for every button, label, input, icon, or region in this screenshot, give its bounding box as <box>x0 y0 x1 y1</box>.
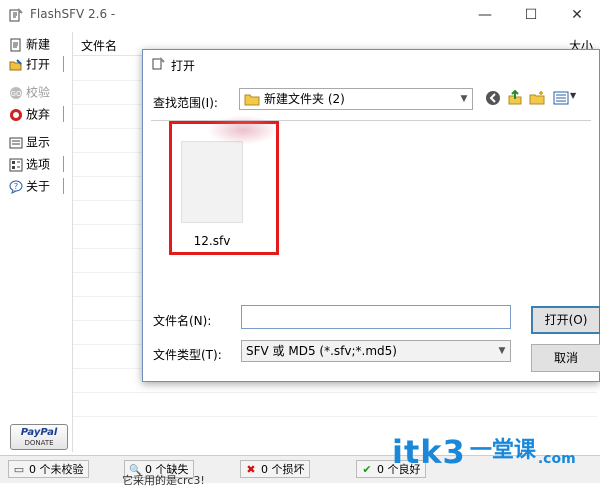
look-in-label: 查找范围(I): <box>153 96 218 110</box>
back-icon[interactable] <box>485 90 501 106</box>
dialog-title: 打开 <box>171 59 196 73</box>
window-title: FlashSFV 2.6 - <box>30 7 116 21</box>
cancel-button[interactable]: 取消 <box>531 344 600 372</box>
about-icon: ? <box>9 180 23 194</box>
look-in-value: 新建文件夹 (2) <box>264 92 345 106</box>
status-unverified: ▭ 0 个未校验 <box>8 460 89 478</box>
toolbar-divider <box>63 56 64 72</box>
filetype-dropdown[interactable]: SFV 或 MD5 (*.sfv;*.md5) ▼ <box>241 340 511 362</box>
toolbar-display-button[interactable]: 显示 <box>5 132 67 152</box>
maximize-button[interactable]: ☐ <box>508 0 554 30</box>
main-title-bar: FlashSFV 2.6 - — ☐ ✕ <box>0 0 600 30</box>
open-button[interactable]: 打开(O) <box>531 306 600 334</box>
app-icon <box>9 8 23 22</box>
good-icon: ✔ <box>362 463 372 476</box>
folder-icon <box>244 94 260 106</box>
filetype-value: SFV 或 MD5 (*.sfv;*.md5) <box>246 344 397 358</box>
list-row-line <box>73 392 597 393</box>
filename-label: 文件名(N): <box>153 314 212 328</box>
toolbar-divider <box>63 156 64 172</box>
close-button[interactable]: ✕ <box>554 0 600 30</box>
status-damaged: ✖ 0 个损坏 <box>240 460 310 478</box>
overflow-caption: 它采用的是crc3! <box>122 474 205 487</box>
chevron-down-icon: ▼ <box>498 346 506 356</box>
paypal-donate-button[interactable]: PayPal DONATE <box>10 424 68 450</box>
dialog-app-icon <box>152 57 165 70</box>
file-browser-pane[interactable]: 12.sfv <box>151 115 591 290</box>
toolbar-divider <box>63 106 64 122</box>
open-folder-icon <box>9 58 22 70</box>
left-toolbar: 新建 打开 GO 校验 放弃 显示 选项 ? 关于 <box>5 32 70 452</box>
paypal-brand: PayPal <box>20 427 58 438</box>
status-unverified-text: 0 个未校验 <box>29 463 84 476</box>
watermark-main: itk3 <box>392 433 466 471</box>
verify-icon: GO <box>10 86 22 99</box>
filename-input[interactable] <box>241 305 511 329</box>
watermark-domain: .com <box>537 451 576 467</box>
toolbar-divider <box>63 178 64 194</box>
unverified-icon: ▭ <box>13 463 25 476</box>
damaged-icon: ✖ <box>246 463 256 476</box>
toolbar-verify-button[interactable]: GO 校验 <box>5 82 67 102</box>
new-folder-icon[interactable] <box>529 90 545 106</box>
minimize-button[interactable]: — <box>462 0 508 30</box>
up-folder-icon[interactable] <box>507 90 523 106</box>
open-dialog: 打开 查找范围(I): 新建文件夹 (2) ▼ ▼ 12.sfv 文件名(N):… <box>142 49 600 382</box>
list-row-line <box>73 416 597 417</box>
dialog-title-bar: 打开 <box>143 50 599 78</box>
look-in-dropdown[interactable]: 新建文件夹 (2) ▼ <box>239 88 473 110</box>
site-watermark: itk3 一堂课 .com <box>392 432 576 471</box>
paypal-donate-label: DONATE <box>24 439 54 447</box>
toolbar-about-button[interactable]: ? 关于 <box>5 176 67 196</box>
blur-overlay <box>207 115 279 145</box>
toolbar-abort-button[interactable]: 放弃 <box>5 104 67 124</box>
view-dropdown-icon: ▼ <box>570 91 577 100</box>
svg-text:?: ? <box>14 182 18 191</box>
status-damaged-text: 0 个损坏 <box>261 463 305 476</box>
display-icon <box>9 137 23 148</box>
toolbar-open-button[interactable]: 打开 <box>5 54 67 74</box>
new-file-icon <box>10 38 21 51</box>
toolbar-new-button[interactable]: 新建 <box>5 34 67 54</box>
column-filename[interactable]: 文件名 <box>81 37 117 54</box>
svg-text:GO: GO <box>11 90 22 98</box>
filetype-label: 文件类型(T): <box>153 348 222 362</box>
chevron-down-icon: ▼ <box>460 94 468 104</box>
watermark-sub: 一堂课 <box>469 438 536 463</box>
options-icon <box>9 158 23 171</box>
abort-icon <box>10 108 22 121</box>
toolbar-options-button[interactable]: 选项 <box>5 154 67 174</box>
view-menu-button[interactable]: ▼ <box>553 90 579 106</box>
view-menu-icon <box>553 91 569 105</box>
